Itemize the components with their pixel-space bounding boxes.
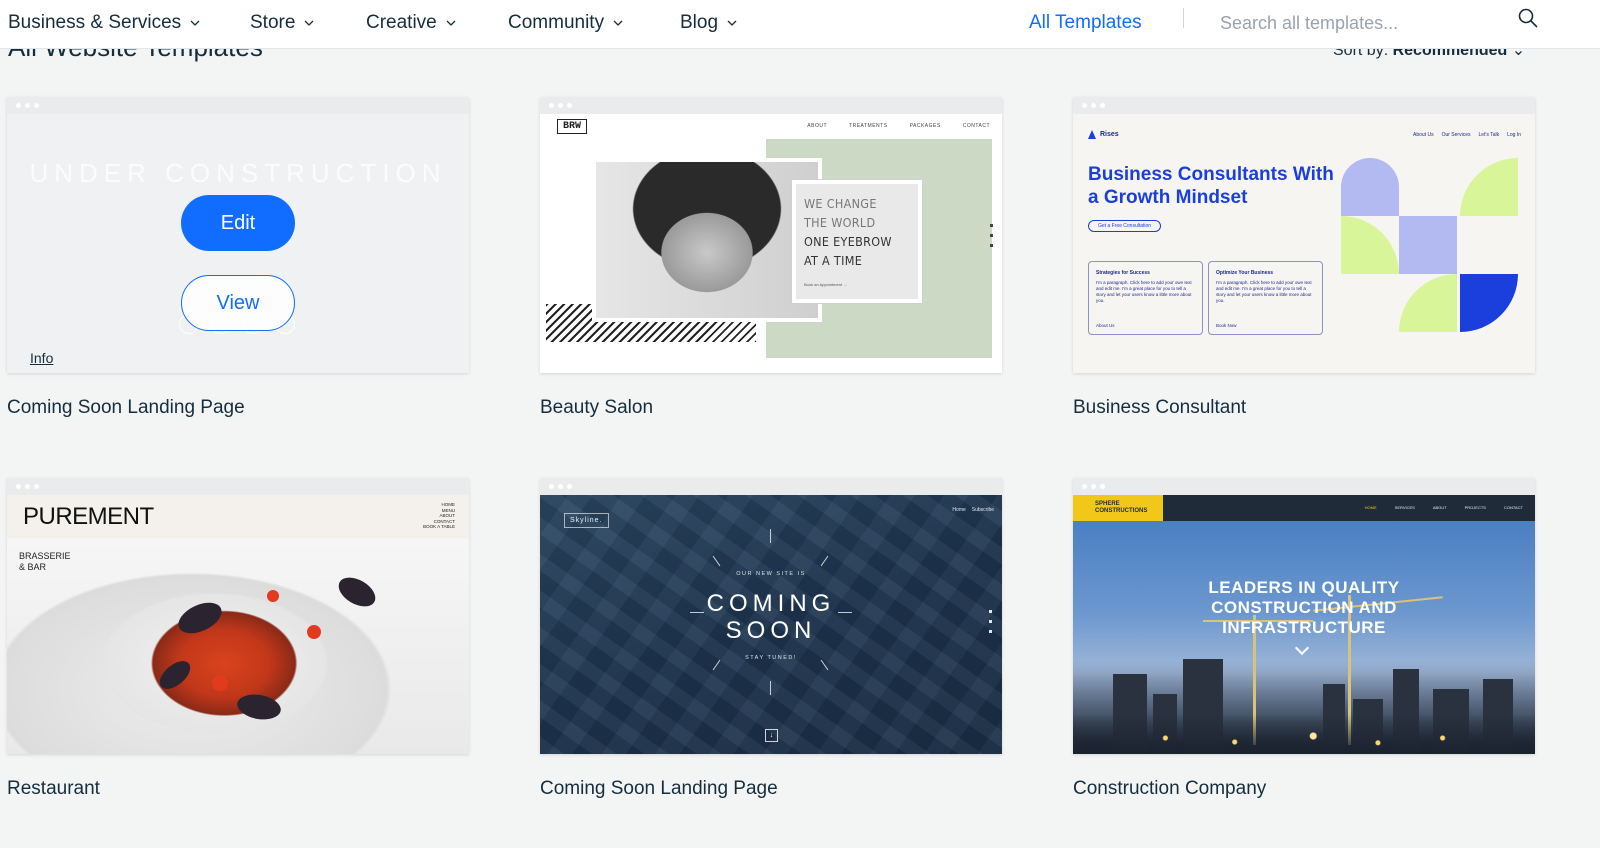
chevron-down-icon	[727, 20, 737, 26]
preview-menu: Home Subscribe	[952, 507, 994, 513]
template-thumbnail[interactable]: Skyline. Home Subscribe OUR NEW SITE IS …	[540, 478, 1002, 754]
preview-headline: LEADERS IN QUALITY CONSTRUCTION AND INFR…	[1208, 578, 1400, 637]
nav-item-community[interactable]: Community	[508, 6, 624, 40]
nav-item-label: Creative	[366, 12, 437, 33]
nav-item-store[interactable]: Store	[250, 6, 315, 40]
chevron-down-icon	[304, 20, 314, 26]
preview-kicker: OUR NEW SITE IS	[736, 571, 806, 577]
template-name[interactable]: Business Consultant	[1073, 397, 1246, 419]
search-input[interactable]	[1220, 6, 1480, 40]
arrow-down-icon: ↓	[765, 729, 778, 742]
search-icon[interactable]	[1517, 7, 1539, 29]
preview-logo: SPHERE CONSTRUCTIONS	[1073, 495, 1163, 521]
preview-logo: BRW	[557, 119, 588, 134]
preview-menu: About Us Our Services Let's Talk Log In	[1413, 132, 1521, 138]
preview-headline: COMING SOON	[706, 590, 836, 644]
preview-info-box: Strategies for Success I'm a paragraph. …	[1088, 261, 1203, 335]
browser-bar	[540, 97, 1002, 114]
edit-button[interactable]: Edit	[181, 195, 295, 251]
preview-menu: HOME MENU ABOUT CONTACT BOOK A TABLE	[423, 502, 455, 529]
template-name[interactable]: Coming Soon Landing Page	[7, 397, 245, 419]
browser-bar	[1073, 478, 1535, 495]
preview-brand: PUREMENT	[23, 503, 154, 530]
chevron-down-icon	[190, 20, 200, 26]
logo-icon	[1088, 130, 1096, 139]
browser-bar	[540, 478, 1002, 495]
browser-bar	[1073, 97, 1535, 114]
nav-item-business-services[interactable]: Business & Services	[8, 6, 201, 40]
preview-menu: ABOUT TREATMENTS PACKAGES CONTACT	[807, 123, 990, 129]
browser-bar	[7, 478, 469, 495]
preview-headline: Business Consultants With a Growth Minds…	[1088, 164, 1334, 208]
preview-quote-box: WE CHANGE THE WORLD ONE EYEBROW AT A TIM…	[792, 180, 922, 303]
template-thumbnail[interactable]: SPHERE CONSTRUCTIONS HOME SERVICES ABOUT…	[1073, 478, 1535, 754]
template-thumbnail[interactable]: BRW ABOUT TREATMENTS PACKAGES CONTACT WE…	[540, 97, 1002, 373]
preview-tagline: STAY TUNED!	[745, 655, 797, 661]
preview-ghost-text: UNDER CONSTRUCTION	[29, 158, 447, 188]
all-templates-link[interactable]: All Templates	[1029, 6, 1142, 40]
preview-logo: Rises	[1088, 130, 1119, 139]
preview-social-icons	[989, 610, 992, 633]
preview-portrait-photo	[592, 158, 822, 322]
preview-subtitle: BRASSERIE & BAR	[19, 551, 71, 572]
template-thumbnail[interactable]: UNDER CONSTRUCTION Edit View Info	[7, 97, 469, 373]
template-thumbnail[interactable]: Rises About Us Our Services Let's Talk L…	[1073, 97, 1535, 373]
template-name[interactable]: Beauty Salon	[540, 397, 653, 419]
chevron-down-icon	[446, 20, 456, 26]
template-name[interactable]: Construction Company	[1073, 778, 1266, 800]
template-name[interactable]: Restaurant	[7, 778, 100, 800]
info-link[interactable]: Info	[30, 350, 53, 366]
preview-cta: Get a Free Consultation	[1088, 220, 1162, 232]
template-thumbnail[interactable]: PUREMENT HOME MENU ABOUT CONTACT BOOK A …	[7, 478, 469, 754]
preview-social-icons	[990, 224, 993, 247]
nav-item-blog[interactable]: Blog	[680, 6, 738, 40]
top-navigation: Business & Services Store Creative Commu…	[0, 0, 1600, 49]
nav-item-label: Community	[508, 12, 605, 33]
nav-item-label: Blog	[680, 12, 719, 33]
preview-menu: HOME SERVICES ABOUT PROJECTS CONTACT	[1364, 505, 1523, 510]
nav-item-creative[interactable]: Creative	[366, 6, 457, 40]
template-name[interactable]: Coming Soon Landing Page	[540, 778, 778, 800]
nav-divider	[1183, 8, 1184, 28]
chevron-down-icon	[613, 20, 623, 26]
preview-city-lights	[1073, 714, 1535, 754]
browser-bar	[7, 97, 469, 114]
preview-info-box: Optimize Your Business I'm a paragraph. …	[1208, 261, 1323, 335]
preview-logo: Skyline.	[564, 513, 609, 528]
nav-item-label: Business & Services	[8, 12, 182, 33]
view-button[interactable]: View	[181, 275, 295, 331]
nav-item-label: Store	[250, 12, 296, 33]
